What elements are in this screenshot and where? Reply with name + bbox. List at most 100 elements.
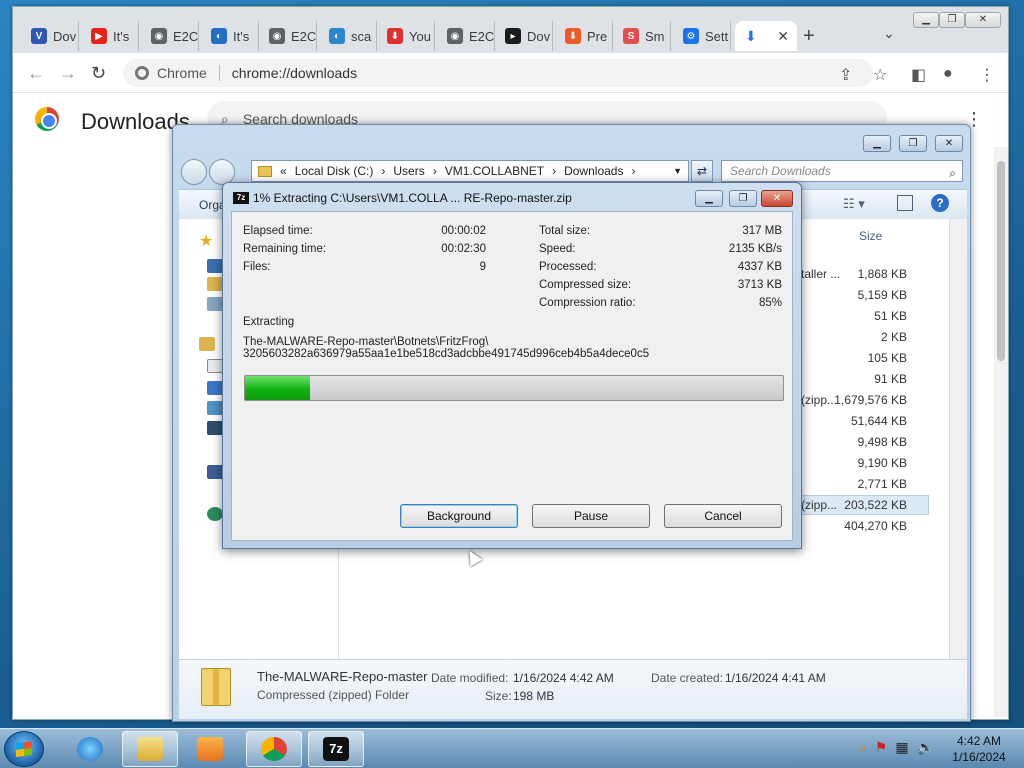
page-scrollbar[interactable] bbox=[994, 147, 1008, 717]
side-panel-icon[interactable]: ◧ bbox=[911, 65, 926, 85]
explorer-back-button[interactable] bbox=[181, 159, 207, 185]
details-name: The-MALWARE-Repo-master bbox=[257, 669, 428, 684]
current-path-line2: 3205603282a636979a55aa1e1be518cd3adcbbe4… bbox=[243, 348, 650, 360]
libraries-icon[interactable] bbox=[199, 337, 215, 351]
address-sep: › bbox=[552, 164, 557, 178]
tab-3[interactable]: ◐ It's bbox=[201, 21, 259, 51]
chrome-logo-icon bbox=[35, 107, 59, 131]
tab-4[interactable]: ◉ E2C bbox=[259, 21, 317, 51]
tab-8[interactable]: ▸ Dov bbox=[495, 21, 553, 51]
details-size: 198 MB bbox=[513, 689, 555, 703]
tab-label: Sett bbox=[705, 28, 729, 44]
address-crumb-downloads[interactable]: Downloads bbox=[564, 164, 623, 178]
volume-icon[interactable]: 🔈 bbox=[917, 739, 934, 756]
ie-icon[interactable] bbox=[62, 731, 118, 767]
tab-close-icon[interactable]: ✕ bbox=[777, 28, 789, 45]
tab-7[interactable]: ◉ E2C bbox=[437, 21, 495, 51]
speed-value: 2135 KB/s bbox=[728, 243, 782, 255]
dialog-close-button[interactable]: ✕ bbox=[761, 190, 793, 207]
favorites-star-icon[interactable]: ★ bbox=[199, 231, 213, 251]
explorer-minimize-button[interactable]: ▁ bbox=[863, 135, 891, 152]
tab-0[interactable]: V Dov bbox=[21, 21, 79, 51]
dialog-maximize-button[interactable]: ❐ bbox=[729, 190, 757, 207]
explorer-address-bar[interactable]: « Local Disk (C:) › Users › VM1.COLLABNE… bbox=[251, 160, 689, 182]
recent-places-icon[interactable] bbox=[207, 297, 223, 311]
search-icon: ⌕ bbox=[949, 166, 956, 180]
preview-pane-icon[interactable] bbox=[897, 195, 913, 211]
forward-icon[interactable]: → bbox=[59, 63, 77, 84]
search-icon[interactable]: ⌕ bbox=[859, 739, 867, 756]
details-modified: 1/16/2024 4:42 AM bbox=[513, 671, 614, 685]
explorer-close-button[interactable]: ✕ bbox=[935, 135, 963, 152]
chrome-glyph bbox=[261, 737, 287, 761]
tab-downloads[interactable]: ⬇ ✕ bbox=[735, 21, 797, 51]
tab-11[interactable]: ⚙ Sett bbox=[673, 21, 731, 51]
cancel-button[interactable]: Cancel bbox=[664, 504, 782, 528]
clock[interactable]: 4:42 AM 1/16/2024 bbox=[942, 733, 1016, 765]
tab-label: You bbox=[409, 28, 431, 44]
action-center-icon[interactable]: ⚑ bbox=[875, 739, 888, 756]
desktop-icon[interactable] bbox=[207, 259, 223, 273]
tab-6[interactable]: ⬇ You bbox=[377, 21, 435, 51]
7zip-icon[interactable]: 7z bbox=[308, 731, 364, 767]
reload-icon[interactable]: ↻ bbox=[91, 63, 106, 84]
address-dropdown-icon[interactable]: ▼ bbox=[673, 166, 682, 176]
explorer-maximize-button[interactable]: ❐ bbox=[899, 135, 927, 152]
tab-favicon-icon: ◐ bbox=[211, 28, 227, 44]
minimize-button[interactable]: ▁ bbox=[913, 12, 939, 28]
media-player-icon[interactable] bbox=[182, 731, 238, 767]
tab-5[interactable]: ◐ sca bbox=[319, 21, 377, 51]
share-icon[interactable]: ⇪ bbox=[839, 65, 852, 85]
back-icon[interactable]: ← bbox=[27, 63, 45, 84]
bookmark-star-icon[interactable]: ☆ bbox=[873, 65, 887, 85]
new-tab-button[interactable]: + bbox=[803, 25, 815, 48]
computer-icon[interactable] bbox=[207, 465, 223, 479]
explorer-search-input[interactable]: Search Downloads ⌕ bbox=[721, 160, 963, 182]
downloads-folder-icon[interactable] bbox=[207, 277, 223, 291]
pause-button[interactable]: Pause bbox=[532, 504, 650, 528]
clock-time: 4:42 AM bbox=[956, 734, 1002, 748]
row-size: 1,679,576 KB bbox=[834, 393, 907, 407]
pictures-icon[interactable] bbox=[207, 401, 223, 415]
explorer-scrollbar[interactable] bbox=[949, 219, 967, 659]
tab-search-icon[interactable]: ⌄ bbox=[883, 25, 895, 42]
download-icon: ⬇ bbox=[745, 27, 757, 44]
tab-9[interactable]: ⬇ Pre bbox=[555, 21, 613, 51]
total-size-label: Total size: bbox=[539, 225, 591, 237]
network-icon[interactable]: ▦ bbox=[895, 739, 908, 756]
tab-1[interactable]: ▶ It's bbox=[81, 21, 139, 51]
profile-icon[interactable]: ● bbox=[943, 65, 953, 83]
start-button[interactable] bbox=[4, 731, 44, 767]
maximize-button[interactable]: ❐ bbox=[939, 12, 965, 28]
scrollbar-thumb[interactable] bbox=[997, 161, 1005, 361]
help-icon[interactable]: ? bbox=[931, 194, 949, 212]
address-crumb-users[interactable]: Users bbox=[393, 164, 424, 178]
explorer-glyph bbox=[137, 737, 163, 761]
omnibox[interactable]: Chrome chrome://downloads bbox=[123, 59, 873, 87]
background-button[interactable]: Background bbox=[400, 504, 518, 528]
tab-10[interactable]: S Sm bbox=[613, 21, 671, 51]
address-overflow[interactable]: « bbox=[280, 164, 287, 178]
explorer-icon[interactable] bbox=[122, 731, 178, 767]
tab-label: E2C bbox=[469, 28, 495, 44]
address-crumb-local-disk[interactable]: Local Disk (C:) bbox=[295, 164, 374, 178]
videos-icon[interactable] bbox=[207, 421, 223, 435]
tab-2[interactable]: ◉ E2C bbox=[141, 21, 199, 51]
tab-label: Dov bbox=[527, 28, 551, 44]
view-options-icon[interactable]: ☷ ▾ bbox=[843, 196, 865, 212]
tab-favicon-icon: ◐ bbox=[329, 28, 345, 44]
7zip-glyph: 7z bbox=[323, 737, 349, 761]
column-header-size[interactable]: Size bbox=[859, 229, 882, 243]
tab-label: It's bbox=[113, 28, 130, 44]
chrome-icon[interactable] bbox=[246, 731, 302, 767]
documents-icon[interactable] bbox=[207, 359, 223, 373]
dialog-minimize-button[interactable]: ▁ bbox=[695, 190, 723, 207]
close-button[interactable]: ✕ bbox=[965, 12, 1001, 28]
address-crumb-vm1[interactable]: VM1.COLLABNET bbox=[445, 164, 544, 178]
menu-icon[interactable]: ⋮ bbox=[979, 65, 995, 85]
extract-progress-dialog: 7z 1% Extracting C:\Users\VM1.COLLA ... … bbox=[222, 182, 802, 549]
network-icon[interactable] bbox=[207, 507, 223, 521]
explorer-refresh-button[interactable]: ⇄ bbox=[691, 160, 713, 182]
music-icon[interactable] bbox=[207, 381, 223, 395]
tab-favicon-icon: V bbox=[31, 28, 47, 44]
